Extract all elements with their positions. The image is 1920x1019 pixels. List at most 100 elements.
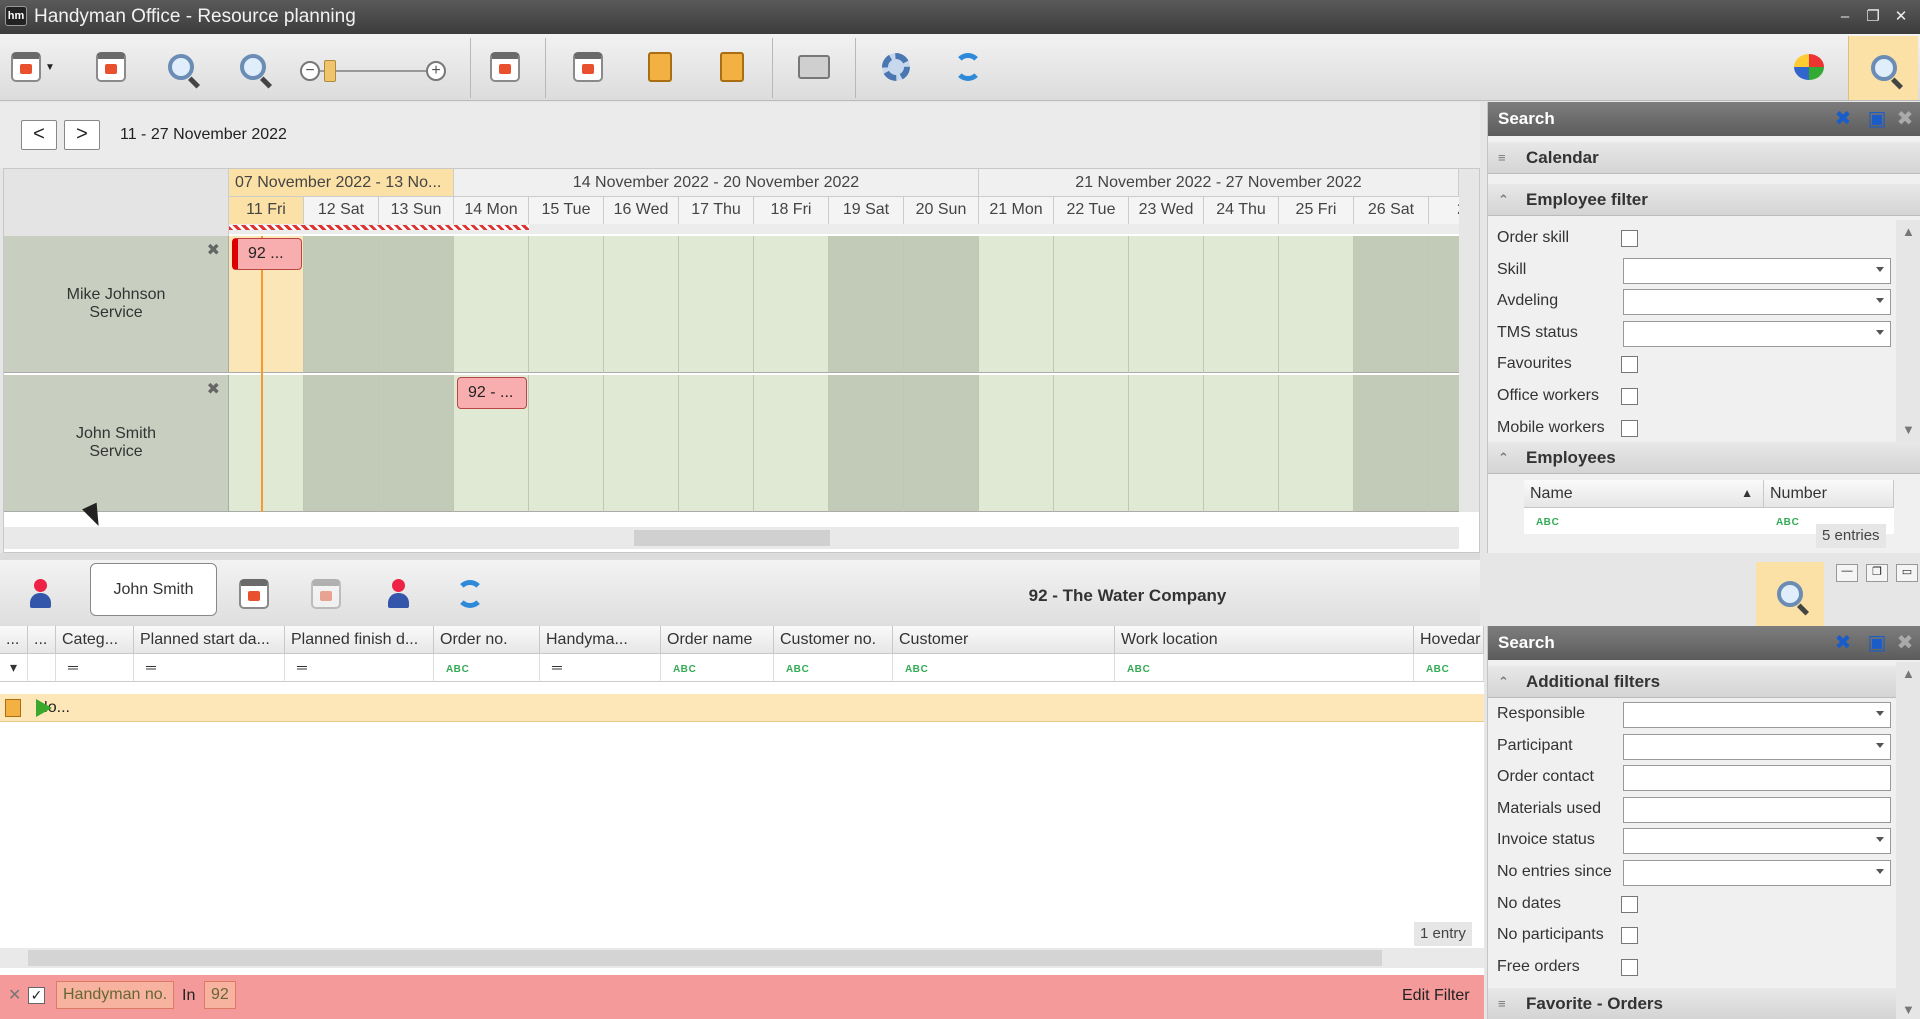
filter-checkbox[interactable] (1621, 958, 1638, 976)
clipboard-button[interactable] (637, 44, 683, 90)
grid-filter-cell[interactable]: ═ (285, 654, 434, 682)
grid-column-header[interactable]: Handyma... (540, 626, 661, 654)
move-button[interactable] (565, 44, 611, 90)
calendar-cell[interactable] (529, 375, 604, 512)
grid-column-header[interactable]: Planned start da... (134, 626, 285, 654)
horizontal-splitter[interactable] (0, 553, 1480, 560)
filter-text-input[interactable] (1623, 765, 1891, 792)
calendar-cell[interactable] (679, 375, 754, 512)
employees-column-name[interactable]: Name ▲ (1524, 480, 1764, 508)
close-button[interactable]: ✕ (1890, 6, 1912, 28)
order-search-scrollbar[interactable]: ▲ ▼ (1896, 662, 1920, 1019)
next-period-button[interactable]: > (64, 120, 100, 150)
scrollbar-thumb[interactable] (28, 950, 1382, 966)
filter-value-chip[interactable]: 92 (204, 981, 236, 1009)
calendar-cell[interactable] (304, 375, 379, 512)
view-dropdown-button[interactable]: ▼ (10, 44, 56, 90)
grid-filter-cell[interactable]: ▾ (0, 654, 28, 682)
remove-resource-icon[interactable]: ✖ (207, 379, 220, 399)
filter-enabled-checkbox[interactable]: ✓ (28, 987, 45, 1004)
filter-combo[interactable] (1623, 702, 1891, 728)
calendar-cell[interactable] (604, 375, 679, 512)
settings-button[interactable] (873, 44, 919, 90)
calendar-cell[interactable] (379, 375, 454, 512)
grid-filter-cell[interactable]: ═ (56, 654, 134, 682)
scrollbar-thumb[interactable] (634, 530, 830, 546)
day-header[interactable]: 20 Sun (904, 197, 979, 224)
calendar-cell[interactable] (1054, 236, 1129, 373)
filter-field-chip[interactable]: Handyman no. (56, 981, 175, 1009)
resource-row-header[interactable]: ✖ Mike Johnson Service (4, 236, 229, 373)
section-additional-filters[interactable]: ⌃ Additional filters (1488, 666, 1896, 698)
delete-search-icon[interactable]: ✖ (1894, 108, 1916, 130)
grid-filter-cell[interactable] (28, 654, 56, 682)
filter-text-input[interactable] (1623, 796, 1891, 823)
day-header[interactable]: 18 Fri (754, 197, 829, 224)
day-header[interactable]: 12 Sat (304, 197, 379, 224)
calendar-cell[interactable] (829, 236, 904, 373)
calendar-vertical-scrollbar[interactable] (1459, 169, 1479, 512)
grid-column-header[interactable]: Order name (661, 626, 774, 654)
calendar-cell[interactable] (679, 236, 754, 373)
calendar-cell[interactable] (1054, 375, 1129, 512)
day-header[interactable]: 23 Wed (1129, 197, 1204, 224)
calendar-event[interactable]: 92 - ... (457, 377, 527, 409)
filter-operator[interactable]: In (182, 987, 195, 1005)
zoom-slider-knob[interactable] (324, 60, 336, 82)
filter-checkbox[interactable] (1621, 230, 1638, 247)
calendar-cell[interactable] (304, 236, 379, 373)
calendar-cell[interactable] (1279, 236, 1354, 373)
filter-combo[interactable] (1623, 733, 1891, 760)
calendar-cell[interactable] (379, 236, 454, 373)
calendar-cell[interactable] (754, 375, 829, 512)
grid-column-header[interactable]: ... (28, 626, 56, 654)
day-header[interactable]: 24 Thu (1204, 197, 1279, 224)
section-favorite-orders[interactable]: ≡ Favorite - Orders (1488, 988, 1896, 1019)
filter-combo[interactable] (1623, 320, 1891, 347)
table-row[interactable]: No...11/11/2022 08:0014/11/2022 12:00929… (0, 694, 1484, 722)
panel-minimize-button[interactable]: — (1836, 564, 1858, 582)
calendar-cell[interactable] (1129, 236, 1204, 373)
calendar-cell[interactable] (1279, 375, 1354, 512)
filter-checkbox[interactable] (1621, 895, 1638, 913)
complete-order-button[interactable] (306, 574, 346, 614)
new-appointment-button[interactable] (482, 44, 528, 90)
day-header[interactable]: 21 Mon (979, 197, 1054, 224)
grid-filter-cell[interactable]: ═ (540, 654, 661, 682)
calendar-cell[interactable] (454, 236, 529, 373)
filter-checkbox[interactable] (1621, 419, 1638, 437)
grid-column-header[interactable]: Planned finish d... (285, 626, 434, 654)
plan-order-button[interactable] (234, 574, 274, 614)
calendar-cell[interactable] (529, 236, 604, 373)
day-header[interactable]: 19 Sat (829, 197, 904, 224)
day-header[interactable]: 16 Wed (604, 197, 679, 224)
filter-combo[interactable] (1623, 257, 1891, 284)
save-search-icon[interactable]: ▣ (1866, 108, 1888, 130)
calendar-cell[interactable] (1354, 375, 1429, 512)
grid-filter-cell[interactable]: A B C (661, 654, 774, 682)
grid-filter-cell[interactable]: A B C (1115, 654, 1414, 682)
calendar-cell[interactable] (1354, 236, 1429, 373)
calendar-event[interactable]: 92 ... (232, 238, 302, 270)
zoom-plus-icon[interactable]: + (426, 61, 446, 81)
day-header[interactable]: 17 Thu (679, 197, 754, 224)
filter-checkbox[interactable] (1621, 388, 1638, 405)
zoom-minus-icon[interactable]: − (300, 61, 320, 81)
grid-column-header[interactable]: Customer (893, 626, 1115, 654)
zoom-out-button[interactable] (230, 44, 276, 90)
refresh-button[interactable] (945, 44, 991, 90)
section-employees[interactable]: ⌃ Employees (1488, 442, 1920, 474)
grid-filter-cell[interactable]: A B C (774, 654, 893, 682)
save-search-icon[interactable]: ▣ (1866, 632, 1888, 654)
calendar-cell[interactable] (1204, 236, 1279, 373)
day-header[interactable]: 13 Sun (379, 197, 454, 224)
employees-column-number[interactable]: Number (1764, 480, 1894, 508)
delete-search-icon[interactable]: ✖ (1894, 632, 1916, 654)
grid-column-header[interactable]: Customer no. (774, 626, 893, 654)
grid-column-header[interactable]: Order no. (434, 626, 540, 654)
restore-button[interactable]: ❐ (1862, 6, 1884, 28)
remove-resource-icon[interactable]: ✖ (207, 240, 220, 260)
grid-column-header[interactable]: Hovedar (1414, 626, 1484, 654)
grid-column-header[interactable]: ... (0, 626, 28, 654)
add-participant-button[interactable] (20, 574, 60, 614)
